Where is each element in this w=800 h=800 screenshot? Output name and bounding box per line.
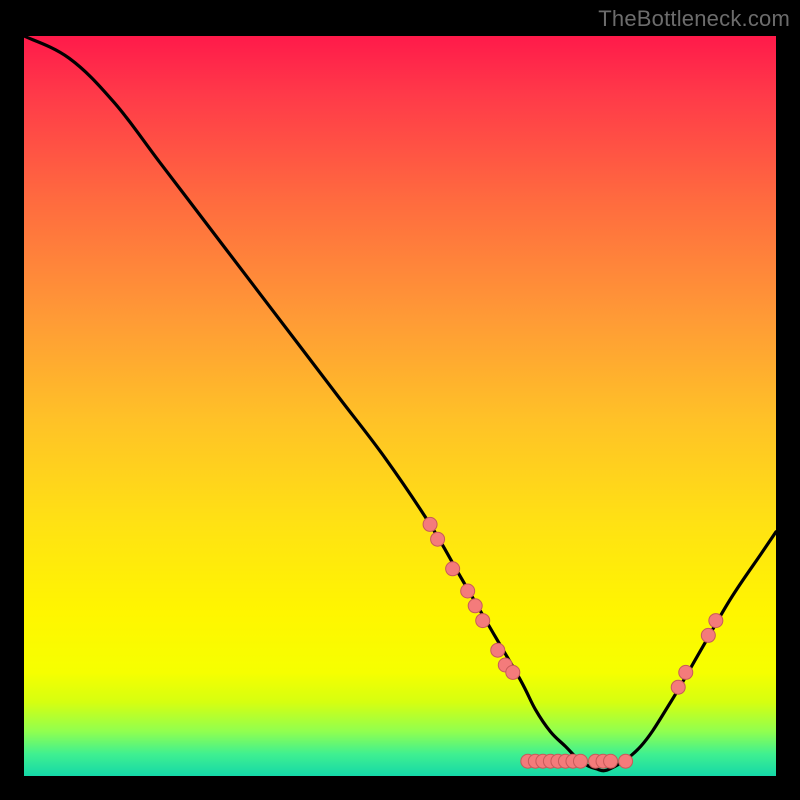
plot-area [24,36,776,776]
bottleneck-curve [24,36,776,771]
data-point [446,562,460,576]
data-point [619,754,633,768]
watermark-text: TheBottleneck.com [598,6,790,32]
data-point [701,628,715,642]
data-points [423,517,723,768]
data-point [604,754,618,768]
data-point [671,680,685,694]
data-point [491,643,505,657]
data-point [423,517,437,531]
data-point [431,532,445,546]
data-point [709,614,723,628]
data-point [573,754,587,768]
data-point [476,614,490,628]
chart-svg [24,36,776,776]
data-point [679,665,693,679]
data-point [506,665,520,679]
data-point [461,584,475,598]
data-point [468,599,482,613]
chart-frame [24,36,776,776]
